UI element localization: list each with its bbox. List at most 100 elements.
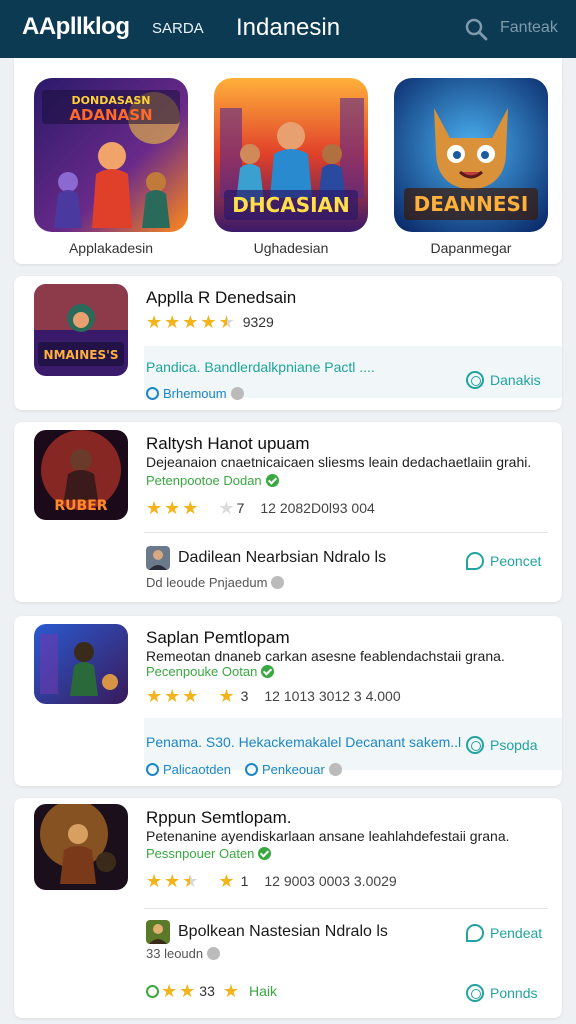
app-title[interactable]: Raltysh Hanot upuam [146,434,309,454]
brand-logo[interactable]: AApllklog [22,13,130,41]
nav-tab[interactable]: SARDA [152,20,204,37]
svg-text:ADANASN: ADANASN [69,106,152,124]
action-label: Psopda [490,737,538,753]
divider [144,908,548,909]
verified-icon [265,474,279,487]
footer-link[interactable]: Haik [249,983,277,999]
avatar [146,546,170,570]
featured-artwork[interactable]: DONDASASN ADANASN [34,78,188,232]
svg-text:DHCASIAN: DHCASIAN [232,193,350,217]
app-card[interactable]: RUBER Raltysh Hanot upuam Dejeanaion cna… [14,422,562,602]
meta-row: Dd leoude Pnjaedum [146,575,285,590]
app-card[interactable]: Rppun Semtlopam. Petenanine ayendiskarla… [14,798,562,1018]
featured-item[interactable]: DONDASASN ADANASN Applakadesin [34,78,188,256]
app-icon[interactable]: NMAINES'S [34,284,128,376]
action-label: Danakis [490,372,541,388]
globe-icon [146,763,159,776]
user-row[interactable]: Dadilean Nearbsian Ndralo ls [146,546,386,570]
action-button[interactable]: Ponnds [466,984,537,1002]
star-half-icon: ★ [182,871,199,891]
svg-text:NMAINES'S: NMAINES'S [44,348,119,362]
star-icon: ★ [146,312,163,332]
star-icon: ★ [182,312,199,332]
meta-label[interactable]: Dd leoude Pnjaedum [146,575,267,590]
app-description: Petenanine ayendiskarlaan ansane leahlah… [146,828,510,844]
action-icon [466,736,484,754]
star-icon: ★ [218,686,235,706]
verified-icon [258,847,272,860]
footer-rating-value: 33 [199,983,215,999]
app-card[interactable]: NMAINES'S Applla R Denedsain ★ ★ ★ ★ ★ 9… [14,276,562,410]
star-icon: ★ [182,686,199,706]
globe-icon [244,763,258,776]
rating-row: ★ ★ ★ ★ 1 12 9003 0003 3.0029 [146,872,397,890]
action-icon [466,984,484,1002]
search-icon[interactable] [464,17,488,41]
developer-name[interactable]: Pessnpouer Oaten [146,846,272,861]
meta-row: Palicaotden Penkeouar [146,762,342,777]
star-icon: ★ [146,871,163,891]
user-name: Bpolkean Nastesian Ndralo ls [178,923,388,940]
rating-extra: 12 1013 3012 3 4.000 [264,688,401,704]
star-empty-icon: ★ [218,498,235,518]
featured-item[interactable]: DHCASIAN Ughadesian [214,78,368,256]
meta-label[interactable]: 33 leoudn [146,946,203,961]
top-app-bar: AApllklog SARDA Indanesin Fanteak [0,0,576,58]
star-icon: ★ [164,871,181,891]
user-name: Dadilean Nearbsian Ndralo ls [178,549,387,566]
star-icon: ★ [182,498,199,518]
featured-panel: DONDASASN ADANASN Applakadesin DHCASIAN … [14,58,562,264]
action-label: Pendeat [490,925,543,941]
star-icon: ★ [218,871,235,891]
meta-row: Brhemoum [146,386,244,401]
app-icon[interactable]: RUBER [34,430,128,520]
app-title[interactable]: Saplan Pemtlopam [146,628,290,648]
action-button[interactable]: Pendeat [466,924,542,942]
app-description: Dejeanaion cnaetnicaicaen sliesms leain … [146,454,532,470]
rating-value: 7 [236,500,245,516]
star-icon: ★ [164,498,181,518]
featured-item[interactable]: DEANNESI Dapanmegar [394,78,548,256]
app-description: Remeotan dnaneb carkan asesne feablendac… [146,648,505,664]
star-icon: ★ [161,981,178,1001]
featured-artwork[interactable]: DEANNESI [394,78,548,232]
search-button-label[interactable]: Fanteak [500,19,558,37]
app-icon[interactable] [34,804,128,890]
star-half-icon: ★ [218,312,235,332]
meta-label-2[interactable]: Penkeouar [262,762,325,777]
action-button[interactable]: Peoncet [466,552,541,570]
featured-artwork[interactable]: DHCASIAN [214,78,368,232]
meta-label[interactable]: Brhemoum [163,386,227,401]
user-row[interactable]: Bpolkean Nastesian Ndralo ls [146,920,388,944]
action-icon [466,371,484,389]
developer-name[interactable]: Pecenpouke Ootan [146,664,275,679]
divider [144,532,548,533]
star-icon: ★ [146,498,163,518]
info-icon [271,576,285,589]
avatar [146,920,170,944]
footer-rating-row: ★ ★ 33 ★ Haik [146,982,277,1000]
app-title[interactable]: Applla R Denedsain [146,288,296,308]
rating-value: 1 [240,873,249,889]
star-icon: ★ [179,981,196,1001]
featured-label: Applakadesin [68,240,154,256]
action-button[interactable]: Psopda [466,736,537,754]
meta-row: 33 leoudn [146,946,221,961]
info-link[interactable]: Penama. S30. Hekackemakalel Decanant sak… [146,734,461,750]
developer-name[interactable]: Petenpootoe Dodan [146,473,279,488]
app-card[interactable]: Saplan Pemtlopam Remeotan dnaneb carkan … [14,616,562,786]
star-icon: ★ [200,312,217,332]
verified-icon [261,665,275,678]
info-icon [230,387,244,400]
action-label: Peoncet [490,553,542,569]
meta-label[interactable]: Palicaotden [163,762,231,777]
action-button[interactable]: Danakis [466,371,541,389]
star-icon: ★ [146,686,163,706]
info-icon [207,947,221,960]
rating-row: ★ ★ ★ ★ ★ 9329 [146,313,274,331]
info-link[interactable]: Pandica. Bandlerdalkpniane Pactl .... [146,359,375,375]
globe-icon [146,387,159,400]
globe-icon [146,984,159,998]
app-title[interactable]: Rppun Semtlopam. [146,808,292,828]
app-icon[interactable] [34,624,128,704]
